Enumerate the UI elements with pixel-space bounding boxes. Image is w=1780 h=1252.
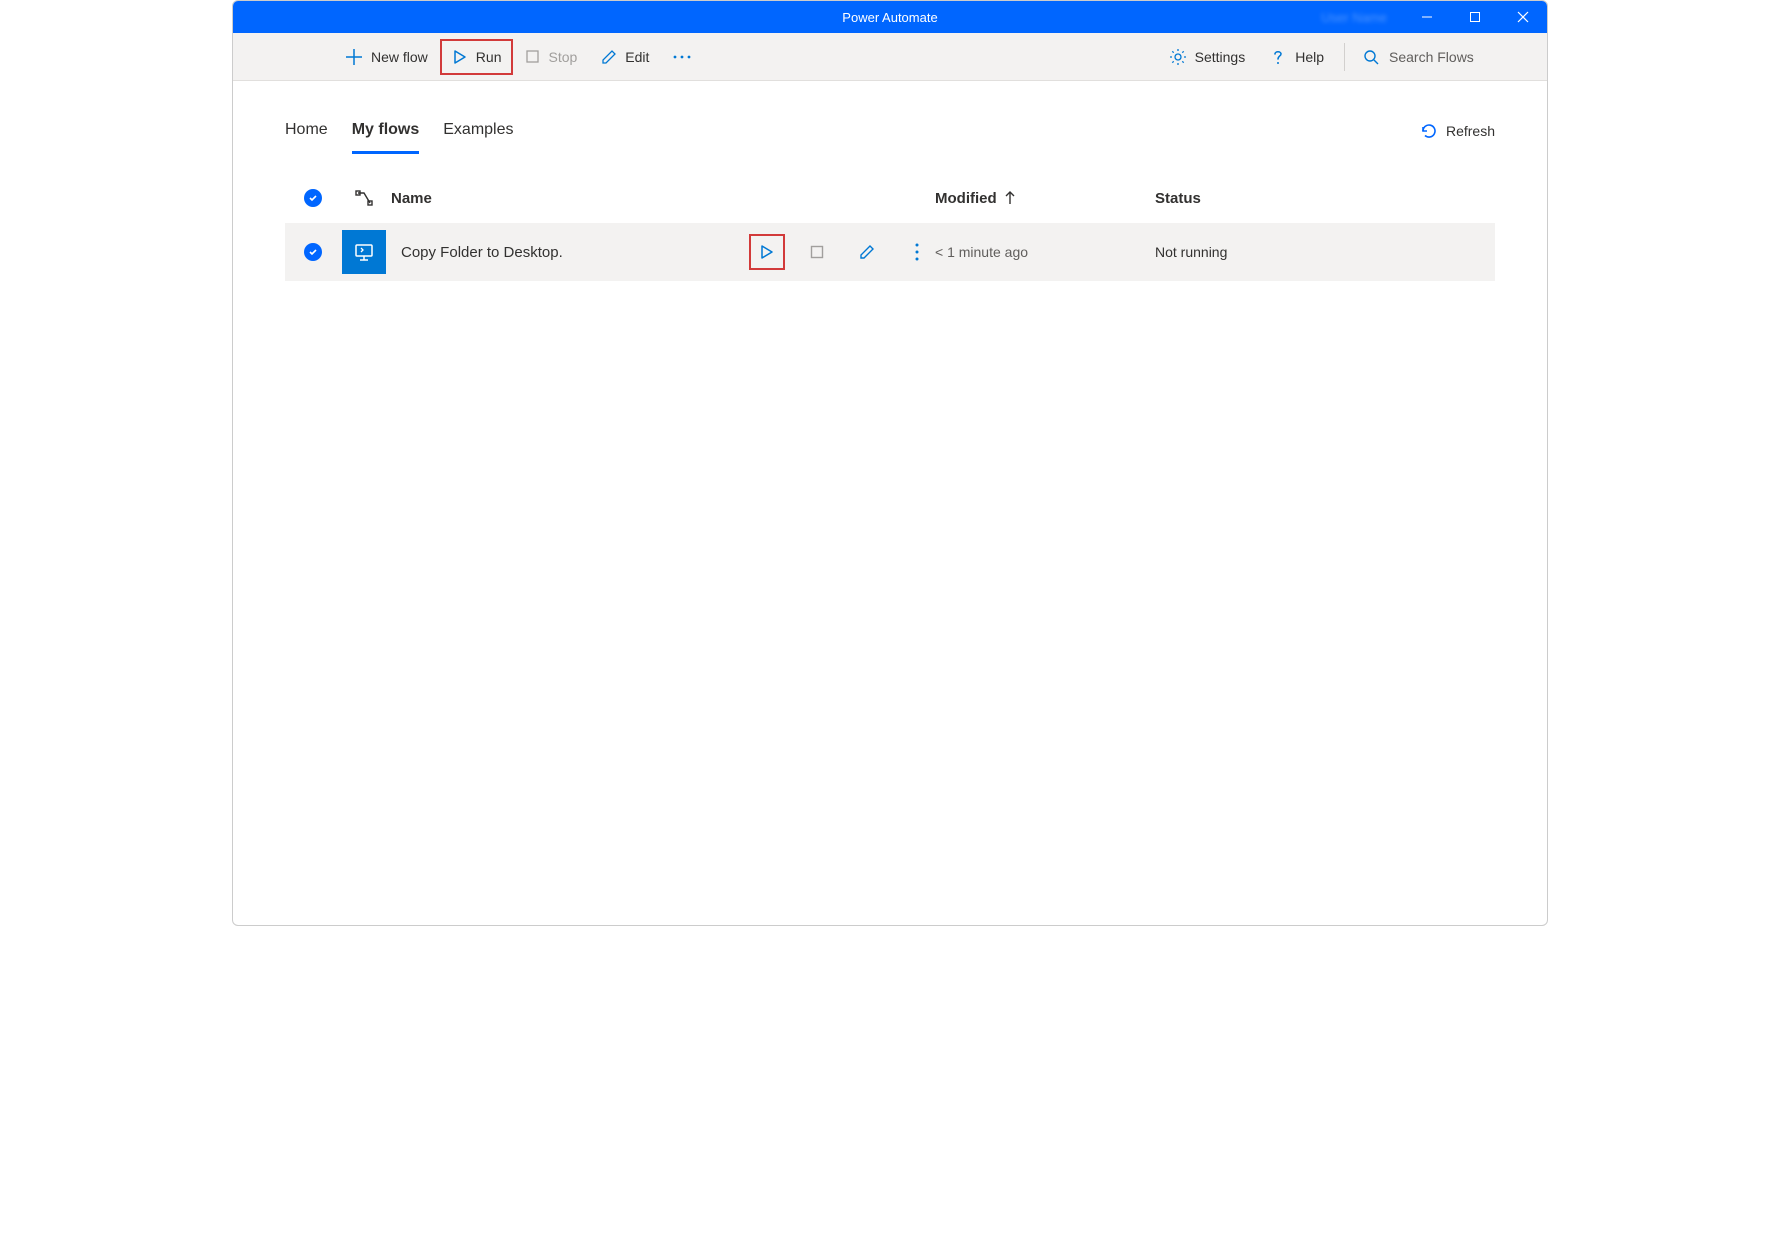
window-title: Power Automate bbox=[842, 10, 937, 25]
app-window: Power Automate User Name New flow Run bbox=[232, 0, 1548, 926]
minimize-icon bbox=[1421, 11, 1433, 23]
table-header: Name Modified Status bbox=[285, 173, 1495, 223]
stop-icon bbox=[810, 245, 824, 259]
window-controls bbox=[1403, 1, 1547, 33]
row-checkbox[interactable] bbox=[285, 243, 341, 261]
refresh-label: Refresh bbox=[1446, 123, 1495, 139]
row-modified: < 1 minute ago bbox=[935, 244, 1155, 260]
minimize-button[interactable] bbox=[1403, 1, 1451, 33]
help-icon bbox=[1269, 48, 1287, 66]
flow-type-icon bbox=[355, 189, 373, 207]
search-box[interactable] bbox=[1353, 49, 1539, 65]
content-area: Home My flows Examples Refresh Name Modi… bbox=[233, 101, 1547, 281]
tab-my-flows[interactable]: My flows bbox=[352, 109, 420, 154]
search-input[interactable] bbox=[1389, 49, 1529, 65]
ellipsis-icon bbox=[673, 55, 691, 59]
check-circle-icon bbox=[304, 243, 322, 261]
row-status: Not running bbox=[1155, 244, 1495, 260]
titlebar-user: User Name bbox=[1321, 10, 1387, 25]
search-icon bbox=[1363, 49, 1379, 65]
pencil-icon bbox=[601, 49, 617, 65]
refresh-button[interactable]: Refresh bbox=[1420, 122, 1495, 140]
run-label: Run bbox=[476, 49, 502, 65]
tab-home[interactable]: Home bbox=[285, 109, 328, 154]
name-column-header[interactable]: Name bbox=[387, 190, 935, 207]
table-row[interactable]: Copy Folder to Desktop. < 1 m bbox=[285, 223, 1495, 281]
edit-label: Edit bbox=[625, 49, 649, 65]
play-icon bbox=[759, 244, 775, 260]
new-flow-label: New flow bbox=[371, 49, 428, 65]
help-button[interactable]: Help bbox=[1257, 39, 1336, 75]
maximize-button[interactable] bbox=[1451, 1, 1499, 33]
toolbar: New flow Run Stop Edit Settings bbox=[233, 33, 1547, 81]
status-column-header[interactable]: Status bbox=[1155, 190, 1495, 207]
edit-button[interactable]: Edit bbox=[589, 39, 661, 75]
new-flow-button[interactable]: New flow bbox=[333, 39, 440, 75]
close-button[interactable] bbox=[1499, 1, 1547, 33]
help-label: Help bbox=[1295, 49, 1324, 65]
desktop-flow-icon bbox=[342, 230, 386, 274]
stop-icon bbox=[525, 49, 540, 64]
refresh-icon bbox=[1420, 122, 1438, 140]
modified-column-header[interactable]: Modified bbox=[935, 190, 1155, 207]
maximize-icon bbox=[1469, 11, 1481, 23]
gear-icon bbox=[1169, 48, 1187, 66]
play-icon bbox=[452, 49, 468, 65]
sort-ascending-icon bbox=[1005, 191, 1015, 205]
stop-button[interactable]: Stop bbox=[513, 39, 589, 75]
tab-examples[interactable]: Examples bbox=[443, 109, 513, 154]
stop-label: Stop bbox=[548, 49, 577, 65]
row-run-button[interactable] bbox=[749, 234, 785, 270]
close-icon bbox=[1517, 11, 1529, 23]
tabs: Home My flows Examples Refresh bbox=[285, 101, 1495, 161]
run-button[interactable]: Run bbox=[440, 39, 514, 75]
select-all-column[interactable] bbox=[285, 189, 341, 207]
row-edit-button[interactable] bbox=[849, 234, 885, 270]
pencil-icon bbox=[859, 244, 875, 260]
check-circle-icon bbox=[304, 189, 322, 207]
more-button[interactable] bbox=[661, 39, 703, 75]
settings-button[interactable]: Settings bbox=[1157, 39, 1258, 75]
toolbar-separator bbox=[1344, 43, 1345, 71]
settings-label: Settings bbox=[1195, 49, 1246, 65]
row-stop-button[interactable] bbox=[799, 234, 835, 270]
plus-icon bbox=[345, 48, 363, 66]
titlebar: Power Automate User Name bbox=[233, 1, 1547, 33]
kebab-icon bbox=[915, 243, 919, 261]
type-column-header[interactable] bbox=[341, 189, 387, 207]
flow-name: Copy Folder to Desktop. bbox=[387, 244, 563, 261]
row-more-button[interactable] bbox=[899, 234, 935, 270]
row-type-icon bbox=[341, 230, 387, 274]
modified-label: Modified bbox=[935, 190, 997, 207]
